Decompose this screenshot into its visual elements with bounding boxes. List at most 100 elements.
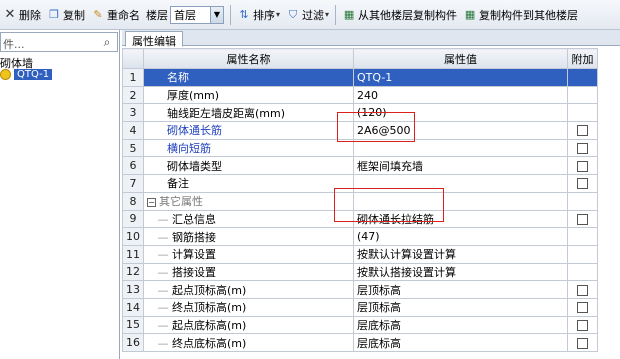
table-row[interactable]: 15 — 起点底标高(m) 层底标高	[122, 315, 598, 335]
property-name: 名称	[143, 68, 354, 87]
attach-checkbox[interactable]	[577, 125, 588, 137]
property-name: — 汇总信息	[143, 209, 354, 229]
table-row[interactable]: 2 厚度(mm) 240	[122, 85, 598, 105]
property-value[interactable]: 层顶标高	[353, 280, 568, 299]
property-value[interactable]: 层底标高	[353, 315, 568, 335]
row-number: 16	[122, 333, 144, 352]
property-value[interactable]: 层顶标高	[353, 297, 568, 317]
table-row[interactable]: 12 — 搭接设置 按默认搭接设置计算	[122, 262, 598, 282]
property-value[interactable]: 按默认计算设置计算	[353, 244, 568, 264]
attach-cell	[567, 103, 598, 123]
rename-button[interactable]: ✎ 重命名	[88, 3, 143, 27]
delete-label: 删除	[19, 8, 41, 22]
copy-icon: ❐	[49, 8, 59, 21]
tree-line-icon: —	[147, 230, 172, 244]
table-row[interactable]: 14 — 终点顶标高(m) 层顶标高	[122, 297, 598, 317]
sort-button[interactable]: ⇅ 排序 ▾	[234, 3, 283, 27]
property-name: — 搭接设置	[143, 262, 354, 282]
attach-cell	[567, 244, 598, 264]
gear-icon	[0, 69, 11, 80]
table-row[interactable]: 6 砌体墙类型 框架间填充墙	[122, 156, 598, 176]
tree-line-icon: —	[147, 283, 172, 297]
tree-line-icon: —	[147, 301, 172, 315]
attach-cell	[567, 85, 598, 105]
row-number: 1	[122, 68, 144, 87]
property-name: — 起点底标高(m)	[143, 315, 354, 335]
table-row[interactable]: 13 — 起点顶标高(m) 层顶标高	[122, 280, 598, 299]
row-number: 11	[122, 244, 144, 264]
search-text: 件...	[3, 38, 25, 51]
property-name-text: 砌体墙类型	[167, 159, 222, 173]
property-value[interactable]: (47)	[353, 227, 568, 246]
property-name-text: 终点顶标高(m)	[172, 301, 247, 315]
property-name-text: 搭接设置	[172, 265, 216, 279]
tree-line-icon: —	[147, 212, 172, 226]
attach-checkbox[interactable]	[577, 160, 588, 172]
property-value[interactable]: 按默认搭接设置计算	[353, 262, 568, 282]
sort-icon: ⇅	[239, 8, 249, 21]
copy-to-floor-icon: ▦	[464, 8, 476, 21]
floor-value: 首层	[174, 8, 196, 22]
property-value[interactable]: 层底标高	[353, 333, 568, 352]
property-name: 轴线距左墙皮距离(mm)	[143, 103, 354, 123]
row-number: 15	[122, 315, 144, 335]
attach-cell	[567, 191, 598, 211]
table-row[interactable]: 10 — 钢筋搭接 (47)	[122, 227, 598, 246]
highlight-box	[337, 112, 415, 142]
delete-icon: ✕	[4, 7, 16, 22]
attach-checkbox[interactable]	[577, 337, 588, 349]
row-number: 10	[122, 227, 144, 246]
property-name: — 起点顶标高(m)	[143, 280, 354, 299]
attach-cell	[567, 227, 598, 246]
floor-select[interactable]: 首层 ▼	[170, 5, 224, 24]
tree-item-selected[interactable]: QTQ-1	[0, 69, 53, 80]
rename-label: 重命名	[107, 8, 140, 22]
copy-to-other-label: 复制构件到其他楼层	[479, 8, 579, 22]
attach-cell	[567, 262, 598, 282]
copy-from-floor-icon: ▦	[343, 8, 355, 21]
table-row[interactable]: 11 — 计算设置 按默认计算设置计算	[122, 244, 598, 264]
tree-item-label: QTQ-1	[14, 69, 53, 80]
search-input[interactable]: 件... ⌕	[0, 32, 118, 52]
tab-bar: 属性编辑	[122, 30, 620, 48]
filter-button[interactable]: ⛉ 过滤 ▾	[283, 3, 332, 27]
property-name-text: 名称	[167, 71, 189, 85]
copy-button[interactable]: ❐ 复制	[44, 3, 88, 27]
copy-from-other-floor-button[interactable]: ▦ 从其他楼层复制构件	[339, 3, 460, 27]
collapse-icon[interactable]: −	[147, 197, 156, 207]
property-value[interactable]: 240	[353, 85, 568, 105]
property-name: — 终点顶标高(m)	[143, 297, 354, 317]
highlight-box	[334, 188, 444, 222]
attach-checkbox[interactable]	[577, 143, 588, 155]
filter-label: 过滤	[302, 8, 325, 22]
search-icon[interactable]: ⌕	[99, 34, 115, 50]
property-name: — 钢筋搭接	[143, 227, 354, 246]
table-row[interactable]: 1 名称 QTQ-1	[122, 68, 598, 87]
property-name-text: 起点顶标高(m)	[172, 283, 247, 297]
property-name-text: 轴线距左墙皮距离(mm)	[167, 106, 286, 120]
attach-checkbox[interactable]	[577, 284, 588, 296]
table-row[interactable]: 16 — 终点底标高(m) 层底标高	[122, 333, 598, 352]
tab-property-edit[interactable]: 属性编辑	[125, 31, 183, 48]
tree-line-icon: —	[147, 248, 172, 262]
delete-button[interactable]: ✕ 删除	[0, 3, 44, 27]
property-name: 厚度(mm)	[143, 85, 354, 105]
chevron-down-icon[interactable]: ▼	[210, 6, 223, 23]
tree-line-icon: —	[147, 265, 172, 279]
caret-down-icon: ▾	[276, 10, 281, 19]
property-name: 横向短筋	[143, 138, 354, 158]
attach-checkbox[interactable]	[577, 319, 588, 331]
property-value[interactable]: QTQ-1	[353, 68, 568, 87]
row-number: 14	[122, 297, 144, 317]
attach-checkbox[interactable]	[577, 213, 588, 225]
attach-checkbox[interactable]	[577, 178, 588, 190]
property-name-text: 汇总信息	[172, 212, 216, 226]
component-list-panel: 件... ⌕ 砌体墙 QTQ-1	[0, 30, 120, 359]
floor-label: 楼层	[146, 8, 168, 22]
property-name: − 其它属性	[143, 191, 354, 211]
property-name-text: 厚度(mm)	[167, 89, 220, 103]
attach-checkbox[interactable]	[577, 302, 588, 314]
property-value[interactable]: 框架间填充墙	[353, 156, 568, 176]
property-name-text: 钢筋搭接	[172, 230, 216, 244]
copy-to-other-floor-button[interactable]: ▦ 复制构件到其他楼层	[460, 3, 581, 27]
